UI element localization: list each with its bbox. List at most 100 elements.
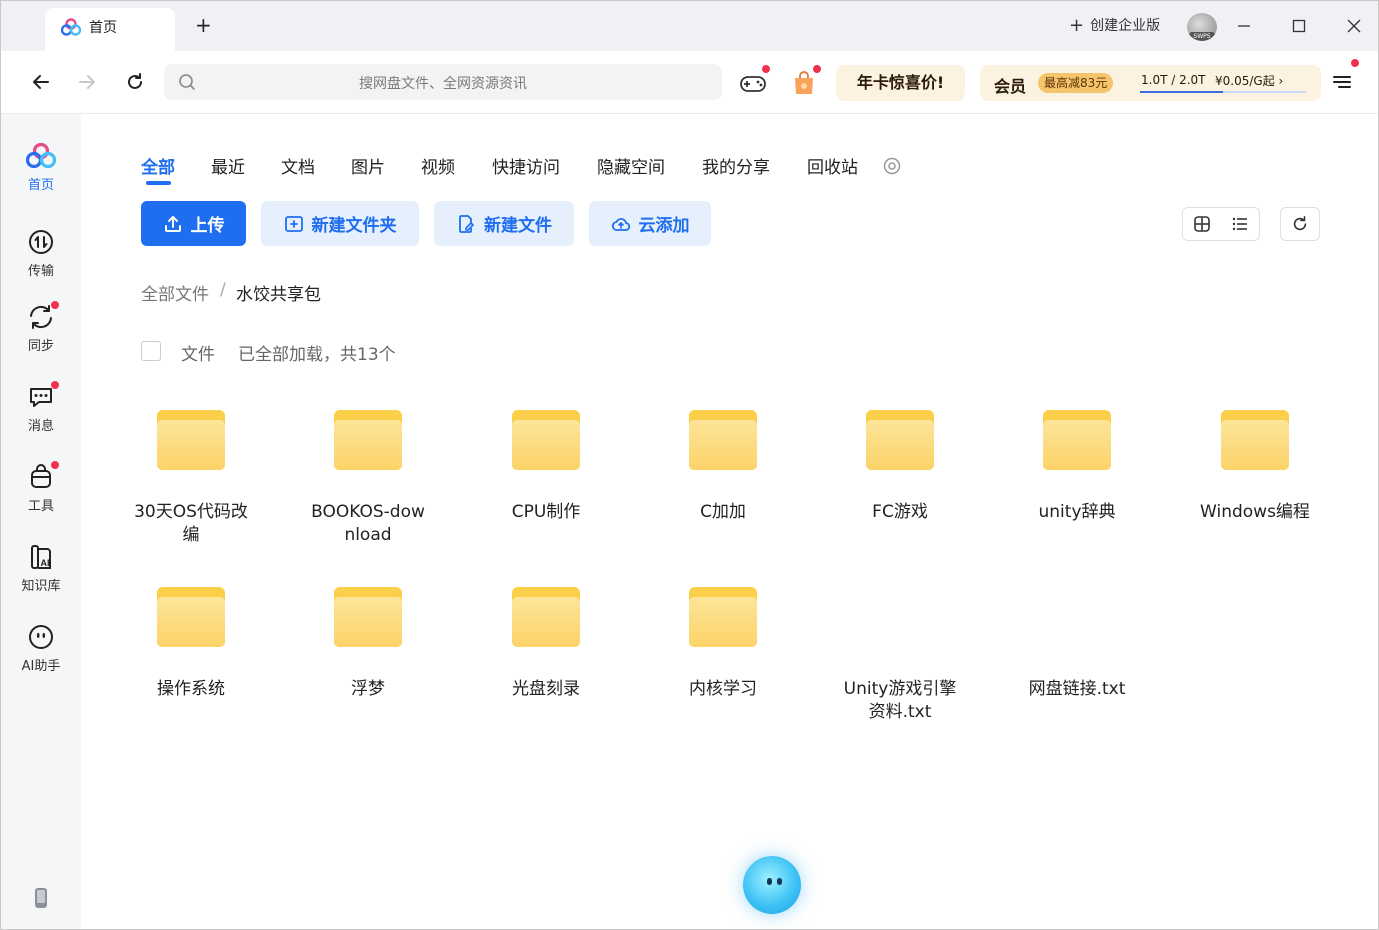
nav-bar: 搜网盘文件、全网资源资讯 年卡惊喜价! 会员 最高减83元 1.0T / 2.0… — [1, 51, 1378, 114]
ai-assistant-icon — [29, 625, 53, 649]
floating-assistant-button[interactable] — [743, 856, 801, 914]
upload-button[interactable]: 上传 — [141, 201, 246, 246]
create-enterprise-button[interactable]: + 创建企业版 — [1069, 15, 1160, 37]
search-placeholder: 搜网盘文件、全网资源资讯 — [359, 76, 527, 92]
folder-item[interactable]: BOOKOS-download — [303, 410, 433, 547]
reload-button[interactable] — [122, 69, 148, 95]
breadcrumb-separator: / — [220, 280, 226, 300]
sidebar-item-label: 同步 — [27, 339, 54, 354]
sidebar-item-transfer[interactable]: 传输 — [1, 228, 81, 279]
folder-icon — [689, 587, 757, 647]
refresh-list-button[interactable] — [1280, 207, 1320, 241]
folder-item[interactable]: 操作系统 — [126, 587, 256, 701]
notification-dot — [813, 65, 821, 73]
new-file-button[interactable]: 新建文件 — [434, 201, 574, 246]
tab-documents[interactable]: 文档 — [281, 153, 315, 178]
tab-images[interactable]: 图片 — [351, 153, 385, 178]
file-header-label: 文件 — [181, 345, 215, 365]
folder-item[interactable]: Windows编程 — [1190, 410, 1320, 524]
folder-icon — [689, 410, 757, 470]
new-folder-icon — [284, 215, 303, 232]
gamepad-icon — [740, 76, 766, 92]
folder-item[interactable]: FC游戏 — [835, 410, 965, 524]
list-view-icon — [1232, 217, 1247, 231]
close-button[interactable] — [1341, 13, 1367, 39]
notification-dot — [51, 461, 59, 469]
tab-my-shares[interactable]: 我的分享 — [702, 153, 770, 178]
list-view-button[interactable] — [1221, 208, 1259, 240]
txt-file-icon — [835, 587, 965, 647]
maximize-button[interactable] — [1286, 13, 1312, 39]
tab-all[interactable]: 全部 — [141, 153, 175, 178]
folder-icon — [334, 410, 402, 470]
storage-price-text: ¥0.05/G起 › — [1215, 74, 1284, 88]
sidebar-item-home[interactable]: 首页 — [1, 142, 81, 193]
search-input[interactable]: 搜网盘文件、全网资源资讯 — [164, 64, 722, 100]
maximize-icon — [1292, 19, 1306, 33]
folder-item[interactable]: 光盘刻录 — [481, 587, 611, 701]
sidebar-item-messages[interactable]: 消息 — [1, 381, 81, 434]
arrow-left-icon — [33, 75, 49, 89]
tab-home[interactable]: 首页 — [45, 8, 175, 51]
storage-usage-bar — [1140, 91, 1306, 93]
sidebar-item-knowledge-base[interactable]: AI 知识库 — [1, 543, 81, 594]
sidebar-item-tools[interactable]: 工具 — [1, 461, 81, 514]
tab-quick-access[interactable]: 快捷访问 — [492, 153, 560, 178]
user-avatar[interactable]: SWPS — [1187, 13, 1217, 41]
select-all-checkbox[interactable] — [141, 341, 161, 361]
breadcrumb-root[interactable]: 全部文件 — [141, 280, 209, 305]
sidebar-item-sync[interactable]: 同步 — [1, 301, 81, 354]
cloud-add-button[interactable]: 云添加 — [589, 201, 711, 246]
tab-recent[interactable]: 最近 — [211, 153, 245, 178]
tab-videos[interactable]: 视频 — [421, 153, 455, 178]
sidebar-item-label: 知识库 — [21, 579, 61, 594]
tab-recycle-bin[interactable]: 回收站 — [807, 153, 858, 178]
knowledge-base-icon: AI — [31, 545, 51, 569]
new-tab-button[interactable]: + — [195, 13, 212, 37]
notification-dot — [51, 301, 59, 309]
forward-button[interactable] — [74, 69, 100, 95]
vip-banner[interactable]: 会员 最高减83元 1.0T / 2.0T ¥0.05/G起 › — [980, 65, 1321, 101]
tab-hidden-space[interactable]: 隐藏空间 — [597, 153, 665, 178]
view-mode-toggle — [1182, 207, 1260, 241]
main-menu-button[interactable] — [1329, 59, 1359, 95]
game-center-button[interactable] — [738, 65, 770, 97]
storage-usage-fill — [1140, 91, 1223, 93]
folder-icon — [157, 587, 225, 647]
upload-icon — [164, 215, 181, 232]
breadcrumb-current: 水饺共享包 — [236, 285, 321, 305]
notification-dot — [1351, 59, 1359, 67]
file-item[interactable]: 网盘链接.txt — [1012, 587, 1142, 701]
file-item[interactable]: Unity游戏引擎资料.txt — [835, 587, 965, 724]
sidebar-item-label: 传输 — [27, 264, 54, 279]
mobile-device-icon — [35, 888, 47, 908]
folder-item[interactable]: CPU制作 — [481, 410, 611, 524]
annual-promo-button[interactable]: 年卡惊喜价! — [836, 65, 965, 101]
new-folder-button[interactable]: 新建文件夹 — [261, 201, 419, 246]
notification-dot — [51, 381, 59, 389]
file-name: 浮梦 — [351, 679, 385, 699]
vip-discount-badge: 最高减83元 — [1038, 73, 1114, 93]
gift-bag-button[interactable] — [789, 65, 821, 97]
folder-icon — [1043, 410, 1111, 470]
folder-item[interactable]: 30天OS代码改编 — [126, 410, 256, 547]
app-window: 首页 + + 创建企业版 SWPS 搜网盘文件、全网资源资讯 年卡惊喜价! 会员… — [0, 0, 1379, 930]
grid-view-button[interactable] — [1183, 208, 1221, 240]
sidebar-item-label: AI助手 — [21, 659, 61, 674]
minimize-button[interactable] — [1231, 13, 1257, 39]
tab-settings-icon[interactable] — [882, 156, 902, 176]
hamburger-menu-icon — [1333, 76, 1351, 88]
file-name: 内核学习 — [689, 679, 757, 699]
home-cloud-icon — [25, 142, 57, 169]
file-name: 光盘刻录 — [512, 679, 580, 699]
cloud-upload-icon — [611, 217, 630, 231]
sidebar-item-ai-assistant[interactable]: AI助手 — [1, 623, 81, 674]
file-name: CPU制作 — [511, 502, 581, 522]
back-button[interactable] — [28, 69, 54, 95]
folder-item[interactable]: 内核学习 — [658, 587, 788, 701]
device-button[interactable] — [31, 886, 51, 914]
file-name: unity辞典 — [1038, 502, 1116, 522]
folder-item[interactable]: 浮梦 — [303, 587, 433, 701]
folder-item[interactable]: unity辞典 — [1012, 410, 1142, 524]
folder-item[interactable]: C加加 — [658, 410, 788, 524]
